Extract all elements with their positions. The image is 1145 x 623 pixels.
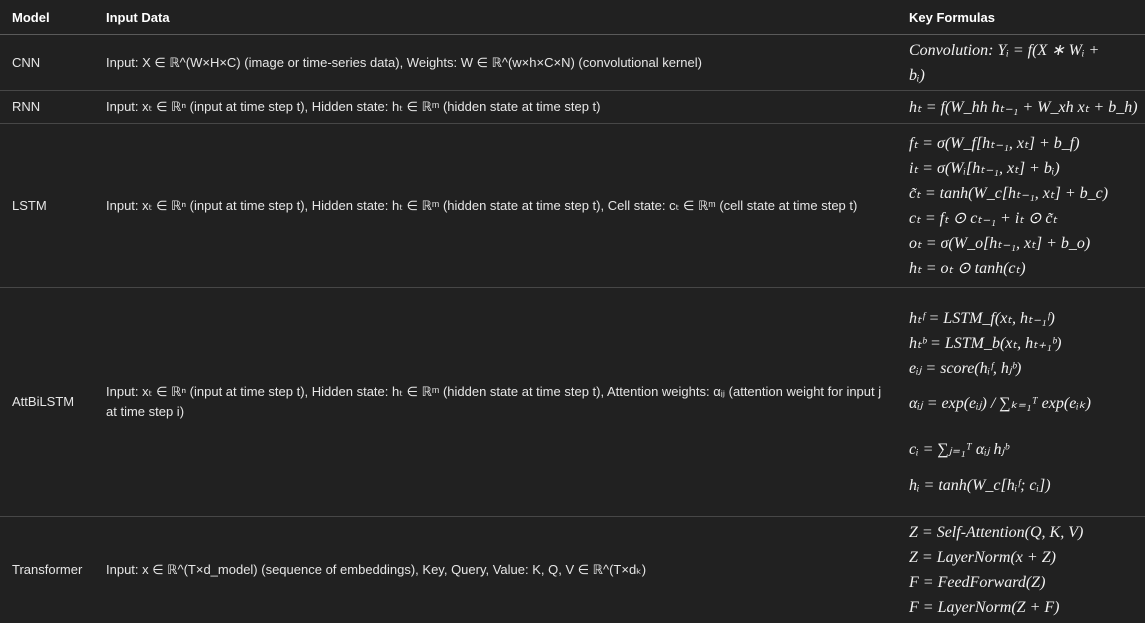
formula-line: oₜ = σ(W_o[hₜ₋₁, xₜ] + b_o) xyxy=(909,231,1133,256)
input-data: Input: xₜ ∈ ℝⁿ (input at time step t), H… xyxy=(94,91,897,124)
input-data: Input: X ∈ ℝ^(W×H×C) (image or time-seri… xyxy=(94,35,897,91)
formula-line: Z = LayerNorm(x + Z) xyxy=(909,545,1133,570)
key-formulas: fₜ = σ(W_f[hₜ₋₁, xₜ] + b_f) iₜ = σ(Wᵢ[hₜ… xyxy=(897,124,1145,288)
key-formulas: Convolution: Yᵢ = f(X ∗ Wᵢ + bᵢ) xyxy=(897,35,1145,91)
input-data: Input: xₜ ∈ ℝⁿ (input at time step t), H… xyxy=(94,288,897,517)
model-name: Transformer xyxy=(0,517,94,623)
model-name: AttBiLSTM xyxy=(0,288,94,517)
key-formulas: Z = Self-Attention(Q, K, V) Z = LayerNor… xyxy=(897,517,1145,623)
models-table: Model Input Data Key Formulas CNN Input:… xyxy=(0,0,1145,623)
formula-line: αᵢⱼ = exp(eᵢⱼ) / ∑ₖ₌₁ᵀ exp(eᵢₖ) xyxy=(909,381,1133,427)
header-model: Model xyxy=(0,0,94,35)
formula-line: Z = Self-Attention(Q, K, V) xyxy=(909,520,1133,545)
formula-line: F = LayerNorm(Z + F) xyxy=(909,595,1133,620)
header-row: Model Input Data Key Formulas xyxy=(0,0,1145,35)
table-row: LSTM Input: xₜ ∈ ℝⁿ (input at time step … xyxy=(0,124,1145,288)
formula-line: cᵢ = ∑ⱼ₌₁ᵀ αᵢⱼ hⱼᵇ xyxy=(909,427,1133,473)
formula-line: hₜ = f(W_hh hₜ₋₁ + W_xh xₜ + b_h) xyxy=(909,95,1133,120)
input-data: Input: xₜ ∈ ℝⁿ (input at time step t), H… xyxy=(94,124,897,288)
formula-line: hₜ = oₜ ⊙ tanh(cₜ) xyxy=(909,256,1133,281)
header-key-formulas: Key Formulas xyxy=(897,0,1145,35)
formula-line: hᵢ = tanh(W_c[hᵢᶠ; cᵢ]) xyxy=(909,473,1133,498)
formula-line: hₜᵇ = LSTM_b(xₜ, hₜ₊₁ᵇ) xyxy=(909,331,1133,356)
header-input-data: Input Data xyxy=(94,0,897,35)
key-formulas: hₜᶠ = LSTM_f(xₜ, hₜ₋₁ᶠ) hₜᵇ = LSTM_b(xₜ,… xyxy=(897,288,1145,517)
formula-line: Convolution: Yᵢ = f(X ∗ Wᵢ + xyxy=(909,38,1133,63)
formula-line: fₜ = σ(W_f[hₜ₋₁, xₜ] + b_f) xyxy=(909,131,1133,156)
formula-line: F = FeedForward(Z) xyxy=(909,570,1133,595)
formula-line: cₜ = fₜ ⊙ cₜ₋₁ + iₜ ⊙ c̃ₜ xyxy=(909,206,1133,231)
model-name: RNN xyxy=(0,91,94,124)
model-name: CNN xyxy=(0,35,94,91)
key-formulas: hₜ = f(W_hh hₜ₋₁ + W_xh xₜ + b_h) xyxy=(897,91,1145,124)
formula-line: c̃ₜ = tanh(W_c[hₜ₋₁, xₜ] + b_c) xyxy=(909,181,1133,206)
input-data: Input: x ∈ ℝ^(T×d_model) (sequence of em… xyxy=(94,517,897,623)
table-row: Transformer Input: x ∈ ℝ^(T×d_model) (se… xyxy=(0,517,1145,623)
formula-line: bᵢ) xyxy=(909,63,1133,88)
table-row: AttBiLSTM Input: xₜ ∈ ℝⁿ (input at time … xyxy=(0,288,1145,517)
formula-line: iₜ = σ(Wᵢ[hₜ₋₁, xₜ] + bᵢ) xyxy=(909,156,1133,181)
table-row: RNN Input: xₜ ∈ ℝⁿ (input at time step t… xyxy=(0,91,1145,124)
table-row: CNN Input: X ∈ ℝ^(W×H×C) (image or time-… xyxy=(0,35,1145,91)
formula-line: hₜᶠ = LSTM_f(xₜ, hₜ₋₁ᶠ) xyxy=(909,306,1133,331)
model-name: LSTM xyxy=(0,124,94,288)
formula-line: eᵢⱼ = score(hᵢᶠ, hⱼᵇ) xyxy=(909,356,1133,381)
